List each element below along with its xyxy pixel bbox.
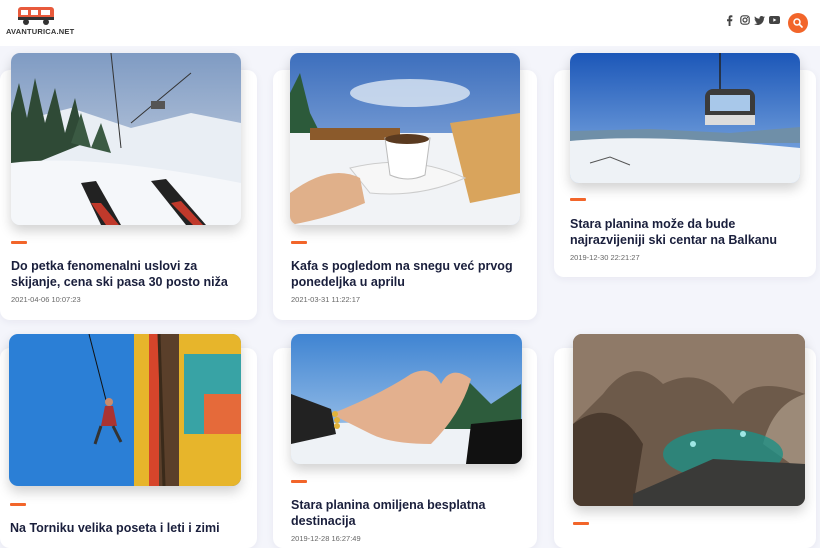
twitter-icon[interactable] [754,14,765,26]
instagram-icon[interactable] [739,14,750,26]
search-button[interactable] [788,13,808,33]
accent-dash [570,198,586,201]
logo-text: AVANTURICA.NET [6,27,75,36]
article-image-climbing-wall[interactable] [9,334,241,486]
social-links [724,14,780,28]
article-date: 2021-04-06 10:07:23 [11,295,81,304]
article-image-ski-slope[interactable] [11,53,241,225]
article-date: 2019-12-28 16:27:49 [291,534,361,543]
accent-dash [11,241,27,244]
camper-van-icon [18,7,54,25]
youtube-icon[interactable] [769,14,780,26]
accent-dash [573,522,589,525]
site-logo[interactable]: AVANTURICA.NET [6,5,74,37]
article-title[interactable]: Stara planina može da bude najrazvijenij… [570,216,805,248]
accent-dash [291,241,307,244]
article-image-heart-hands[interactable] [291,334,522,464]
article-image-cave[interactable] [573,334,805,506]
article-title[interactable]: Kafa s pogledom na snegu već prvog poned… [291,258,521,290]
accent-dash [291,480,307,483]
article-title[interactable]: Do petka fenomenalni uslovi za skijanje,… [11,258,241,290]
article-image-gondola[interactable] [570,53,800,183]
search-icon [793,18,803,28]
article-title[interactable]: Na Torniku velika poseta i leti i zimi [10,520,240,536]
site-header: AVANTURICA.NET [0,0,820,46]
article-title[interactable]: Stara planina omiljena besplatna destina… [291,497,521,529]
article-image-coffee-snow[interactable] [290,53,520,225]
article-date: 2019-12-30 22:21:27 [570,253,640,262]
article-date: 2021-03-31 11:22:17 [291,295,361,304]
accent-dash [10,503,26,506]
facebook-icon[interactable] [724,14,735,26]
